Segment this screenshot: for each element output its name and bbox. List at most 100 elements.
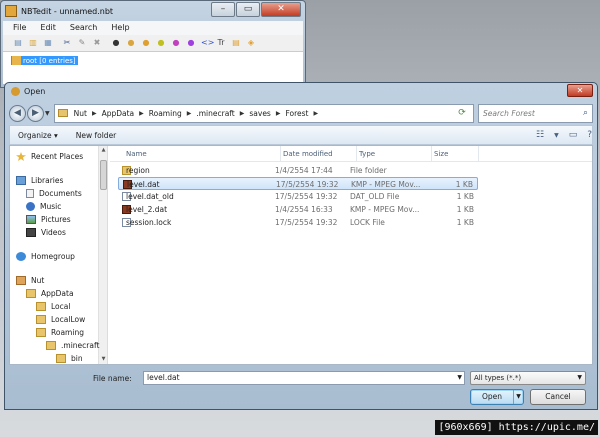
cancel-button[interactable]: Cancel bbox=[530, 389, 586, 405]
breadcrumb-chevron-icon[interactable]: ▶ bbox=[240, 110, 245, 117]
recent-locations-dropdown[interactable]: ▼ bbox=[45, 110, 50, 117]
view-dropdown-icon[interactable]: ▼ bbox=[554, 132, 559, 139]
nav-item[interactable]: Pictures bbox=[26, 215, 71, 224]
breadcrumb-chevron-icon[interactable]: ▶ bbox=[139, 110, 144, 117]
close-button[interactable]: ✕ bbox=[261, 2, 301, 17]
file-row[interactable]: level_2.dat 1/4/2554 16:33 KMP - MPEG Mov.… bbox=[118, 203, 478, 216]
fold-icon bbox=[26, 289, 36, 298]
nav-item[interactable]: Local bbox=[36, 302, 70, 311]
nav-item[interactable]: AppData bbox=[26, 289, 74, 298]
filename-dropdown-icon[interactable]: ▼ bbox=[457, 372, 462, 384]
open-button[interactable]: Open ▼ bbox=[470, 389, 524, 405]
pic-icon bbox=[26, 215, 36, 224]
float-tag-icon[interactable]: ● bbox=[171, 38, 181, 48]
menu-edit[interactable]: Edit bbox=[40, 21, 56, 35]
nav-scrollbar[interactable]: ▲ ▼ bbox=[98, 146, 107, 364]
nav-item[interactable]: Videos bbox=[26, 228, 66, 237]
column-date[interactable]: Date modified bbox=[283, 150, 333, 158]
nav-item-label: Videos bbox=[41, 228, 66, 237]
open-split-arrow-icon[interactable]: ▼ bbox=[513, 390, 523, 404]
nav-item-label: Homegroup bbox=[31, 252, 75, 261]
breadcrumb-chevron-icon[interactable]: ▶ bbox=[187, 110, 192, 117]
breadcrumb-item[interactable]: .minecraft ▶ bbox=[196, 109, 244, 118]
refresh-icon[interactable]: ⟳ bbox=[451, 108, 473, 118]
filetype-select[interactable]: All types (*.*) ▼ bbox=[470, 371, 586, 385]
file-row[interactable]: session.lock 17/5/2554 19:32 LOCK File 1 KB bbox=[118, 216, 478, 229]
scroll-up-icon[interactable]: ▲ bbox=[99, 146, 107, 155]
breadcrumb-item[interactable]: Forest ▶ bbox=[285, 109, 318, 118]
file-size: 1 KB bbox=[456, 192, 474, 201]
file-row[interactable]: level.dat 17/5/2554 19:32 KMP - MPEG Mov..… bbox=[118, 177, 478, 190]
preview-pane-icon[interactable]: ▭ bbox=[569, 130, 578, 140]
save-icon[interactable]: ▦ bbox=[43, 38, 53, 48]
column-size[interactable]: Size bbox=[434, 150, 448, 158]
list-tag-icon[interactable]: ▤ bbox=[231, 38, 241, 48]
nav-item-label: bin bbox=[71, 354, 83, 363]
menu-search[interactable]: Search bbox=[70, 21, 97, 35]
breadcrumb-chevron-icon[interactable]: ▶ bbox=[92, 110, 97, 117]
nav-item[interactable]: Documents bbox=[26, 189, 82, 198]
menu-file[interactable]: File bbox=[13, 21, 26, 35]
byte-array-tag-icon[interactable]: <> bbox=[201, 38, 214, 48]
watermark: [960x669] https://upic.me/ bbox=[435, 420, 598, 435]
forward-button[interactable]: ▶ bbox=[27, 104, 44, 122]
lib-icon bbox=[16, 176, 26, 185]
search-input[interactable]: Search Forest ⌕ bbox=[478, 103, 593, 123]
filename-input[interactable]: level.dat ▼ bbox=[143, 371, 465, 385]
view-options-icon[interactable]: ☷ bbox=[536, 130, 544, 140]
nav-item[interactable]: Recent Places bbox=[16, 152, 83, 161]
address-bar[interactable]: Nut ▶ AppData ▶ Roaming ▶ .minecraft ▶ saves ▶ For… bbox=[53, 103, 474, 123]
home-icon bbox=[16, 252, 26, 261]
back-button[interactable]: ◀ bbox=[9, 104, 26, 122]
nav-item[interactable]: Music bbox=[26, 202, 61, 211]
menu-help[interactable]: Help bbox=[111, 21, 129, 35]
new-icon[interactable]: ▤ bbox=[13, 38, 23, 48]
breadcrumb-chevron-icon[interactable]: ▶ bbox=[314, 110, 319, 117]
minimize-button[interactable]: – bbox=[211, 2, 235, 17]
file-row[interactable]: region 1/4/2554 17:44 File folder bbox=[118, 164, 478, 177]
dialog-close-button[interactable]: ✕ bbox=[567, 84, 593, 97]
user-icon bbox=[16, 276, 26, 285]
nav-item[interactable]: bin bbox=[56, 354, 83, 363]
file-date: 1/4/2554 17:44 bbox=[275, 166, 333, 175]
file-row[interactable]: level.dat_old 17/5/2554 19:32 DAT_OLD File… bbox=[118, 190, 478, 203]
nav-item[interactable]: LocalLow bbox=[36, 315, 85, 324]
breadcrumb-item[interactable]: saves ▶ bbox=[249, 109, 280, 118]
edit-icon[interactable]: ✎ bbox=[77, 38, 87, 48]
fold-icon bbox=[36, 315, 46, 324]
dialog-titlebar[interactable]: Open ✕ bbox=[5, 83, 597, 99]
tree-root-node[interactable]: root [0 entries] bbox=[11, 56, 78, 65]
file-name: session.lock bbox=[126, 218, 172, 227]
int-tag-icon[interactable]: ● bbox=[141, 38, 151, 48]
compound-tag-icon[interactable]: ◈ bbox=[246, 38, 256, 48]
breadcrumb-label: AppData bbox=[101, 108, 135, 118]
column-name[interactable]: Name bbox=[126, 150, 147, 158]
long-tag-icon[interactable]: ● bbox=[156, 38, 166, 48]
byte-tag-icon[interactable]: ● bbox=[111, 38, 121, 48]
maximize-button[interactable]: ▭ bbox=[236, 2, 260, 17]
column-type[interactable]: Type bbox=[359, 150, 375, 158]
help-icon[interactable]: ? bbox=[587, 130, 592, 140]
delete-icon[interactable]: ✖ bbox=[92, 38, 102, 48]
double-tag-icon[interactable]: ● bbox=[186, 38, 196, 48]
scroll-down-icon[interactable]: ▼ bbox=[99, 355, 107, 364]
nav-item[interactable]: Nut bbox=[16, 276, 44, 285]
nav-item[interactable]: Roaming bbox=[36, 328, 84, 337]
breadcrumb-item[interactable]: Nut ▶ bbox=[74, 109, 97, 118]
cut-icon[interactable]: ✂ bbox=[62, 38, 72, 48]
nav-item[interactable]: Homegroup bbox=[16, 252, 75, 261]
breadcrumb-item[interactable]: Roaming ▶ bbox=[149, 109, 192, 118]
breadcrumb-item[interactable]: AppData ▶ bbox=[102, 109, 144, 118]
breadcrumb-chevron-icon[interactable]: ▶ bbox=[276, 110, 281, 117]
dialog-content: ▲ ▼ Recent Places Libraries Documents Music… bbox=[9, 145, 593, 365]
nav-item[interactable]: Libraries bbox=[16, 176, 63, 185]
nav-item[interactable]: .minecraft bbox=[46, 341, 99, 350]
short-tag-icon[interactable]: ● bbox=[126, 38, 136, 48]
open-icon[interactable]: ▥ bbox=[28, 38, 38, 48]
organize-button[interactable]: Organize ▾ bbox=[18, 131, 58, 140]
string-tag-icon[interactable]: Tr bbox=[216, 38, 226, 48]
new-folder-button[interactable]: New folder bbox=[76, 131, 117, 140]
scroll-thumb[interactable] bbox=[100, 160, 107, 190]
fold-icon bbox=[36, 302, 46, 311]
nbt-tree[interactable]: root [0 entries] bbox=[3, 52, 303, 84]
